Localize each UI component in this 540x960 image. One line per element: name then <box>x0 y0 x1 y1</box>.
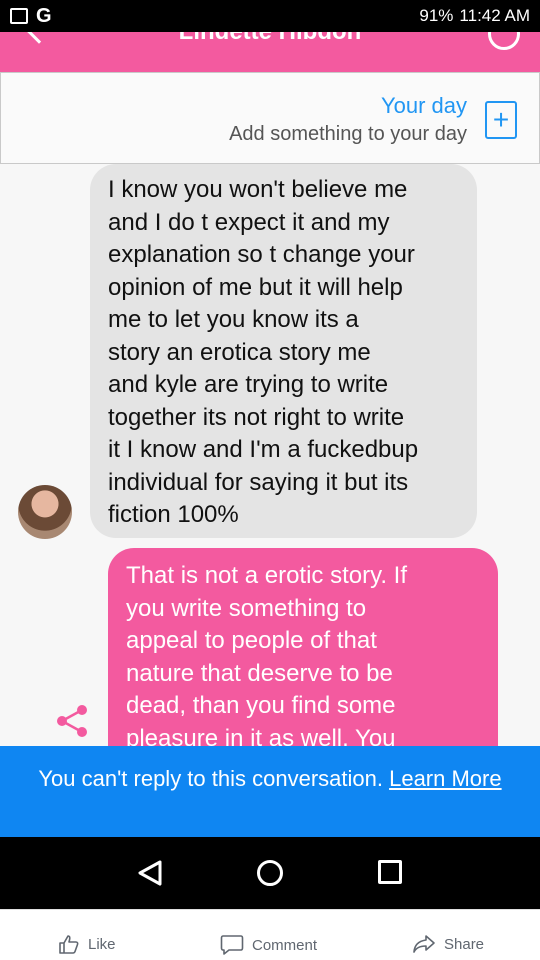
comment-label: Comment <box>252 936 318 954</box>
learn-more-link[interactable]: Learn More <box>389 766 502 791</box>
conversation-header: Lindette Hibdon <box>0 32 540 72</box>
message-line: individual for saying it but its <box>108 468 409 496</box>
android-nav-bar <box>0 837 540 909</box>
contact-avatar[interactable] <box>18 485 72 539</box>
info-icon[interactable] <box>488 32 520 50</box>
message-line: you write something to <box>126 594 367 622</box>
message-line: and I do t expect it and my <box>108 208 390 236</box>
message-line: nature that deserve to be <box>126 659 393 687</box>
message-line: opinion of me but it will help <box>108 273 403 301</box>
message-line: explanation so t change your <box>108 241 415 268</box>
share-button[interactable]: Share <box>412 934 484 954</box>
message-line: fiction 100% <box>108 501 239 528</box>
message-line: I know you won't believe me <box>108 176 408 203</box>
back-triangle-icon[interactable] <box>136 859 164 887</box>
cannot-reply-notice: You can't reply to this conversation. Le… <box>0 746 540 837</box>
cannot-reply-text: You can't reply to this conversation. <box>38 766 383 791</box>
thumbs-up-icon <box>59 935 79 954</box>
message-thread: I know you won't believe me and I do t e… <box>0 164 540 778</box>
share-icon[interactable] <box>56 704 90 738</box>
facebook-action-bar: Like Comment Share <box>0 909 540 960</box>
status-bar: G 91% 11:42 AM <box>0 0 540 32</box>
your-day-panel[interactable]: Your day Add something to your day + <box>0 72 540 164</box>
status-time: 11:42 AM <box>459 6 530 25</box>
home-circle-icon[interactable] <box>257 860 283 886</box>
google-icon: G <box>36 4 52 27</box>
share-label: Share <box>444 935 485 953</box>
message-line: story an erotica story me <box>108 338 371 366</box>
your-day-subtitle: Add something to your day <box>229 123 467 145</box>
battery-level: 91% <box>419 6 454 25</box>
your-day-title: Your day <box>380 93 467 118</box>
share-arrow-icon <box>413 935 435 953</box>
outgoing-message-bubble: That is not a erotic story. If you write… <box>108 548 498 778</box>
message-line: and kyle are trying to write <box>108 371 389 398</box>
message-line: dead, than you find some <box>126 692 396 719</box>
like-button[interactable]: Like <box>58 934 116 954</box>
comment-button[interactable]: Comment <box>220 934 317 956</box>
message-line: me to let you know its a <box>108 306 359 333</box>
message-line: it I know and I'm a fuckedbup <box>108 436 419 463</box>
contact-name: Lindette Hibdon <box>0 32 540 46</box>
message-line: appeal to people of that <box>126 627 377 654</box>
add-story-button[interactable]: + <box>485 101 517 139</box>
message-line: That is not a erotic story. If <box>126 562 407 589</box>
like-label: Like <box>88 935 116 953</box>
comment-bubble-icon <box>220 935 244 955</box>
incoming-message-bubble: I know you won't believe me and I do t e… <box>90 164 477 538</box>
gallery-icon <box>10 8 28 24</box>
recents-square-icon[interactable] <box>378 860 402 884</box>
message-line: together its not right to write <box>108 403 405 431</box>
